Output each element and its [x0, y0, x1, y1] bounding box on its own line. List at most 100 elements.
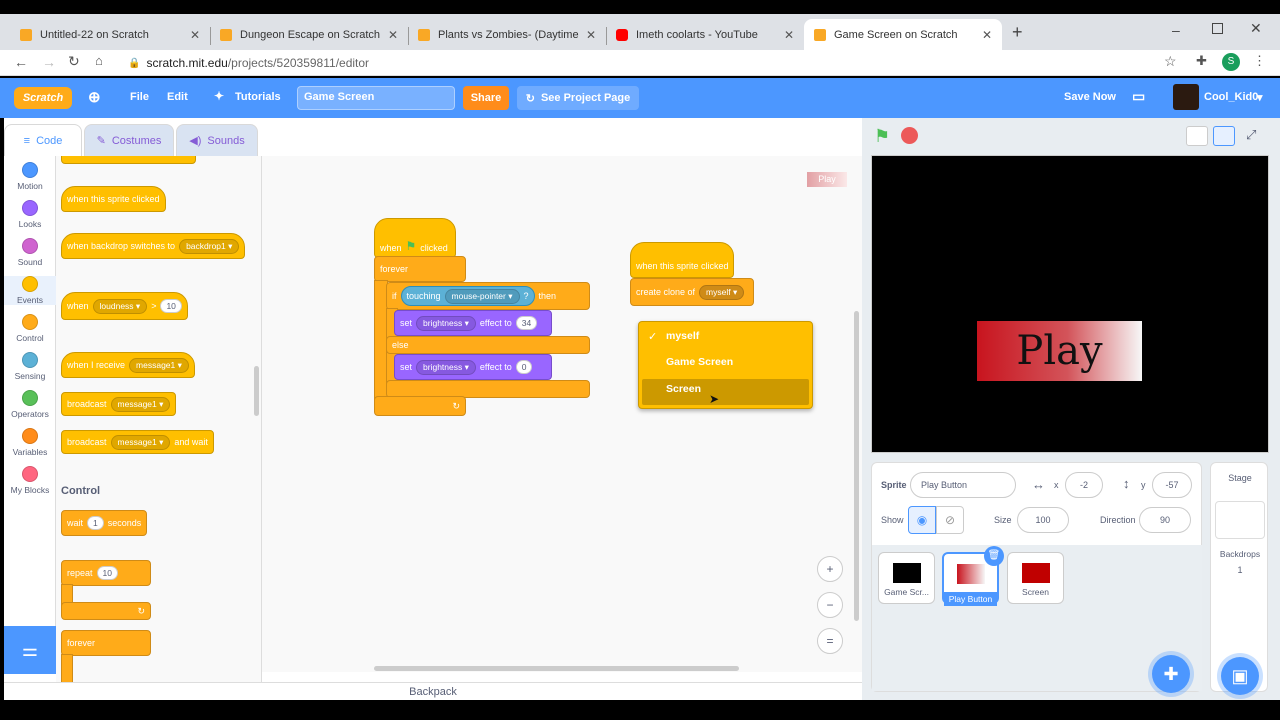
extensions-icon[interactable]: ✚	[1196, 53, 1207, 69]
x-position-input[interactable]: -2	[1065, 472, 1103, 498]
username-menu[interactable]: Cool_Kid0	[1204, 91, 1258, 103]
sensor-dropdown[interactable]: loudness	[92, 298, 148, 314]
category-operators[interactable]: Operators	[4, 390, 56, 419]
dropdown-option-game-screen[interactable]: Game Screen	[666, 356, 733, 368]
palette-when-loudness[interactable]: whenloudness>10	[61, 292, 188, 320]
stage-backdrop-thumbnail[interactable]	[1215, 501, 1265, 539]
choose-backdrop-button[interactable]: ▣	[1221, 657, 1259, 695]
effect-dropdown[interactable]: brightness	[416, 315, 476, 331]
sprite-thumb-game-screen[interactable]: Game Scr...	[878, 552, 935, 604]
small-stage-icon[interactable]	[1186, 126, 1208, 146]
minimize-icon[interactable]: –	[1172, 22, 1180, 38]
zoom-out-icon[interactable]: −	[817, 592, 843, 618]
if-else-block[interactable]: iftouchingmouse-pointer?then	[386, 282, 590, 310]
message-dropdown[interactable]: message1	[110, 396, 171, 412]
large-stage-icon[interactable]	[1213, 126, 1235, 146]
sprite-name-input[interactable]: Play Button	[910, 472, 1016, 498]
back-icon[interactable]: ←	[14, 54, 28, 70]
home-icon[interactable]: ⌂	[95, 53, 103, 68]
close-tab-icon[interactable]: ✕	[982, 28, 992, 42]
dropdown-option-myself[interactable]: myself	[666, 330, 699, 342]
tab-sounds[interactable]: ◀) Sounds	[176, 124, 258, 156]
hide-icon[interactable]: ⊘	[936, 506, 964, 534]
palette-when-i-receive[interactable]: when I receive message1	[61, 352, 195, 378]
message-dropdown[interactable]: message1	[110, 434, 171, 450]
stop-icon[interactable]	[901, 127, 918, 144]
category-motion[interactable]: Motion	[4, 162, 56, 191]
green-flag-icon[interactable]: ⚑	[874, 126, 890, 147]
see-project-page-button[interactable]: ↻ See Project Page	[517, 86, 639, 110]
browser-tab-active[interactable]: Game Screen on Scratch ✕	[804, 19, 1002, 50]
palette-broadcast-and-wait[interactable]: broadcastmessage1and wait	[61, 430, 214, 454]
close-tab-icon[interactable]: ✕	[190, 28, 200, 42]
tutorials-button[interactable]: Tutorials	[235, 91, 281, 103]
forward-icon[interactable]: →	[42, 54, 56, 70]
clone-target-dropdown[interactable]: myself	[699, 284, 745, 300]
workspace-horizontal-scrollbar[interactable]	[374, 666, 739, 671]
category-variables[interactable]: Variables	[4, 428, 56, 457]
browser-tab[interactable]: Dungeon Escape on Scratch ✕	[210, 19, 408, 50]
size-input[interactable]: 100	[1017, 507, 1069, 533]
browser-tab[interactable]: Plants vs Zombies- (Daytime Adv ✕	[408, 19, 606, 50]
repeat-count-input[interactable]: 10	[96, 566, 118, 580]
when-flag-clicked-block[interactable]: when ⚑ clicked	[374, 218, 456, 258]
effect-dropdown[interactable]: brightness	[416, 359, 476, 375]
show-visible-icon[interactable]: ◉	[908, 506, 936, 534]
delete-sprite-icon[interactable]: 🗑	[984, 546, 1004, 566]
set-effect-block[interactable]: setbrightnesseffect to0	[394, 354, 552, 380]
user-avatar[interactable]	[1173, 84, 1199, 110]
palette-forever[interactable]: forever	[61, 630, 151, 656]
touching-target-dropdown[interactable]: mouse-pointer	[444, 288, 520, 304]
palette-broadcast[interactable]: broadcast message1	[61, 392, 177, 416]
palette-scrollbar[interactable]	[254, 366, 259, 416]
url-field[interactable]: 🔒 scratch.mit.edu /projects/520359811/ed…	[118, 52, 1188, 74]
seconds-input[interactable]: 1	[87, 516, 104, 530]
dropdown-option-screen[interactable]: Screen	[666, 383, 701, 395]
palette-when-sprite-clicked[interactable]: when this sprite clicked	[61, 186, 166, 212]
close-tab-icon[interactable]: ✕	[388, 28, 398, 42]
browser-tab[interactable]: Imeth coolarts - YouTube ✕	[606, 19, 804, 50]
close-tab-icon[interactable]: ✕	[586, 28, 596, 42]
category-my-blocks[interactable]: My Blocks	[4, 466, 56, 495]
sprite-thumb-screen[interactable]: Screen	[1007, 552, 1064, 604]
palette-repeat[interactable]: repeat 10	[61, 560, 151, 586]
fullscreen-icon[interactable]: ⤢	[1246, 127, 1256, 143]
profile-avatar[interactable]: S	[1222, 53, 1240, 71]
palette-block-partial[interactable]	[61, 156, 196, 164]
palette-when-backdrop-switches[interactable]: when backdrop switches to backdrop1	[61, 233, 246, 259]
file-menu[interactable]: File	[130, 91, 149, 103]
script-workspace[interactable]: Play when ⚑ clicked forever if touching mous…	[262, 156, 862, 672]
browser-menu-icon[interactable]: ⋮	[1253, 53, 1266, 69]
category-looks[interactable]: Looks	[4, 200, 56, 229]
bookmark-star-icon[interactable]: ☆	[1164, 53, 1177, 70]
effect-value-input[interactable]: 0	[515, 360, 533, 374]
save-now-button[interactable]: Save Now	[1064, 91, 1116, 103]
close-window-icon[interactable]: ✕	[1250, 20, 1262, 37]
category-control[interactable]: Control	[4, 314, 56, 343]
workspace-vertical-scrollbar[interactable]	[854, 311, 859, 621]
threshold-input[interactable]: 10	[160, 299, 182, 313]
category-sensing[interactable]: Sensing	[4, 352, 56, 381]
my-stuff-folder-icon[interactable]: ▭	[1132, 88, 1145, 105]
category-sound[interactable]: Sound	[4, 238, 56, 267]
forever-block[interactable]: forever	[374, 256, 466, 282]
chevron-down-icon[interactable]: ▾	[1257, 91, 1263, 104]
tab-code[interactable]: ≡ Code	[4, 124, 82, 156]
stage-play-button-sprite[interactable]: Play	[977, 321, 1142, 381]
edit-menu[interactable]: Edit	[167, 91, 188, 103]
maximize-icon[interactable]	[1212, 23, 1223, 34]
zoom-in-icon[interactable]: +	[817, 556, 843, 582]
y-position-input[interactable]: -57	[1152, 472, 1192, 498]
reload-icon[interactable]: ↻	[68, 53, 80, 70]
scratch-logo[interactable]: Scratch	[14, 87, 72, 109]
palette-wait-seconds[interactable]: wait 1 seconds	[61, 510, 148, 536]
close-tab-icon[interactable]: ✕	[784, 28, 794, 42]
choose-sprite-button[interactable]: ✚	[1152, 655, 1190, 693]
zoom-reset-icon[interactable]: =	[817, 628, 843, 654]
backpack-bar[interactable]: Backpack	[4, 682, 862, 700]
tab-costumes[interactable]: ✎ Costumes	[84, 124, 174, 156]
browser-tab[interactable]: Untitled-22 on Scratch ✕	[10, 19, 210, 50]
touching-sensor-block[interactable]: touchingmouse-pointer?	[400, 286, 535, 306]
when-sprite-clicked-block[interactable]: when this sprite clicked	[630, 242, 734, 278]
new-tab-icon[interactable]: +	[1012, 22, 1023, 43]
